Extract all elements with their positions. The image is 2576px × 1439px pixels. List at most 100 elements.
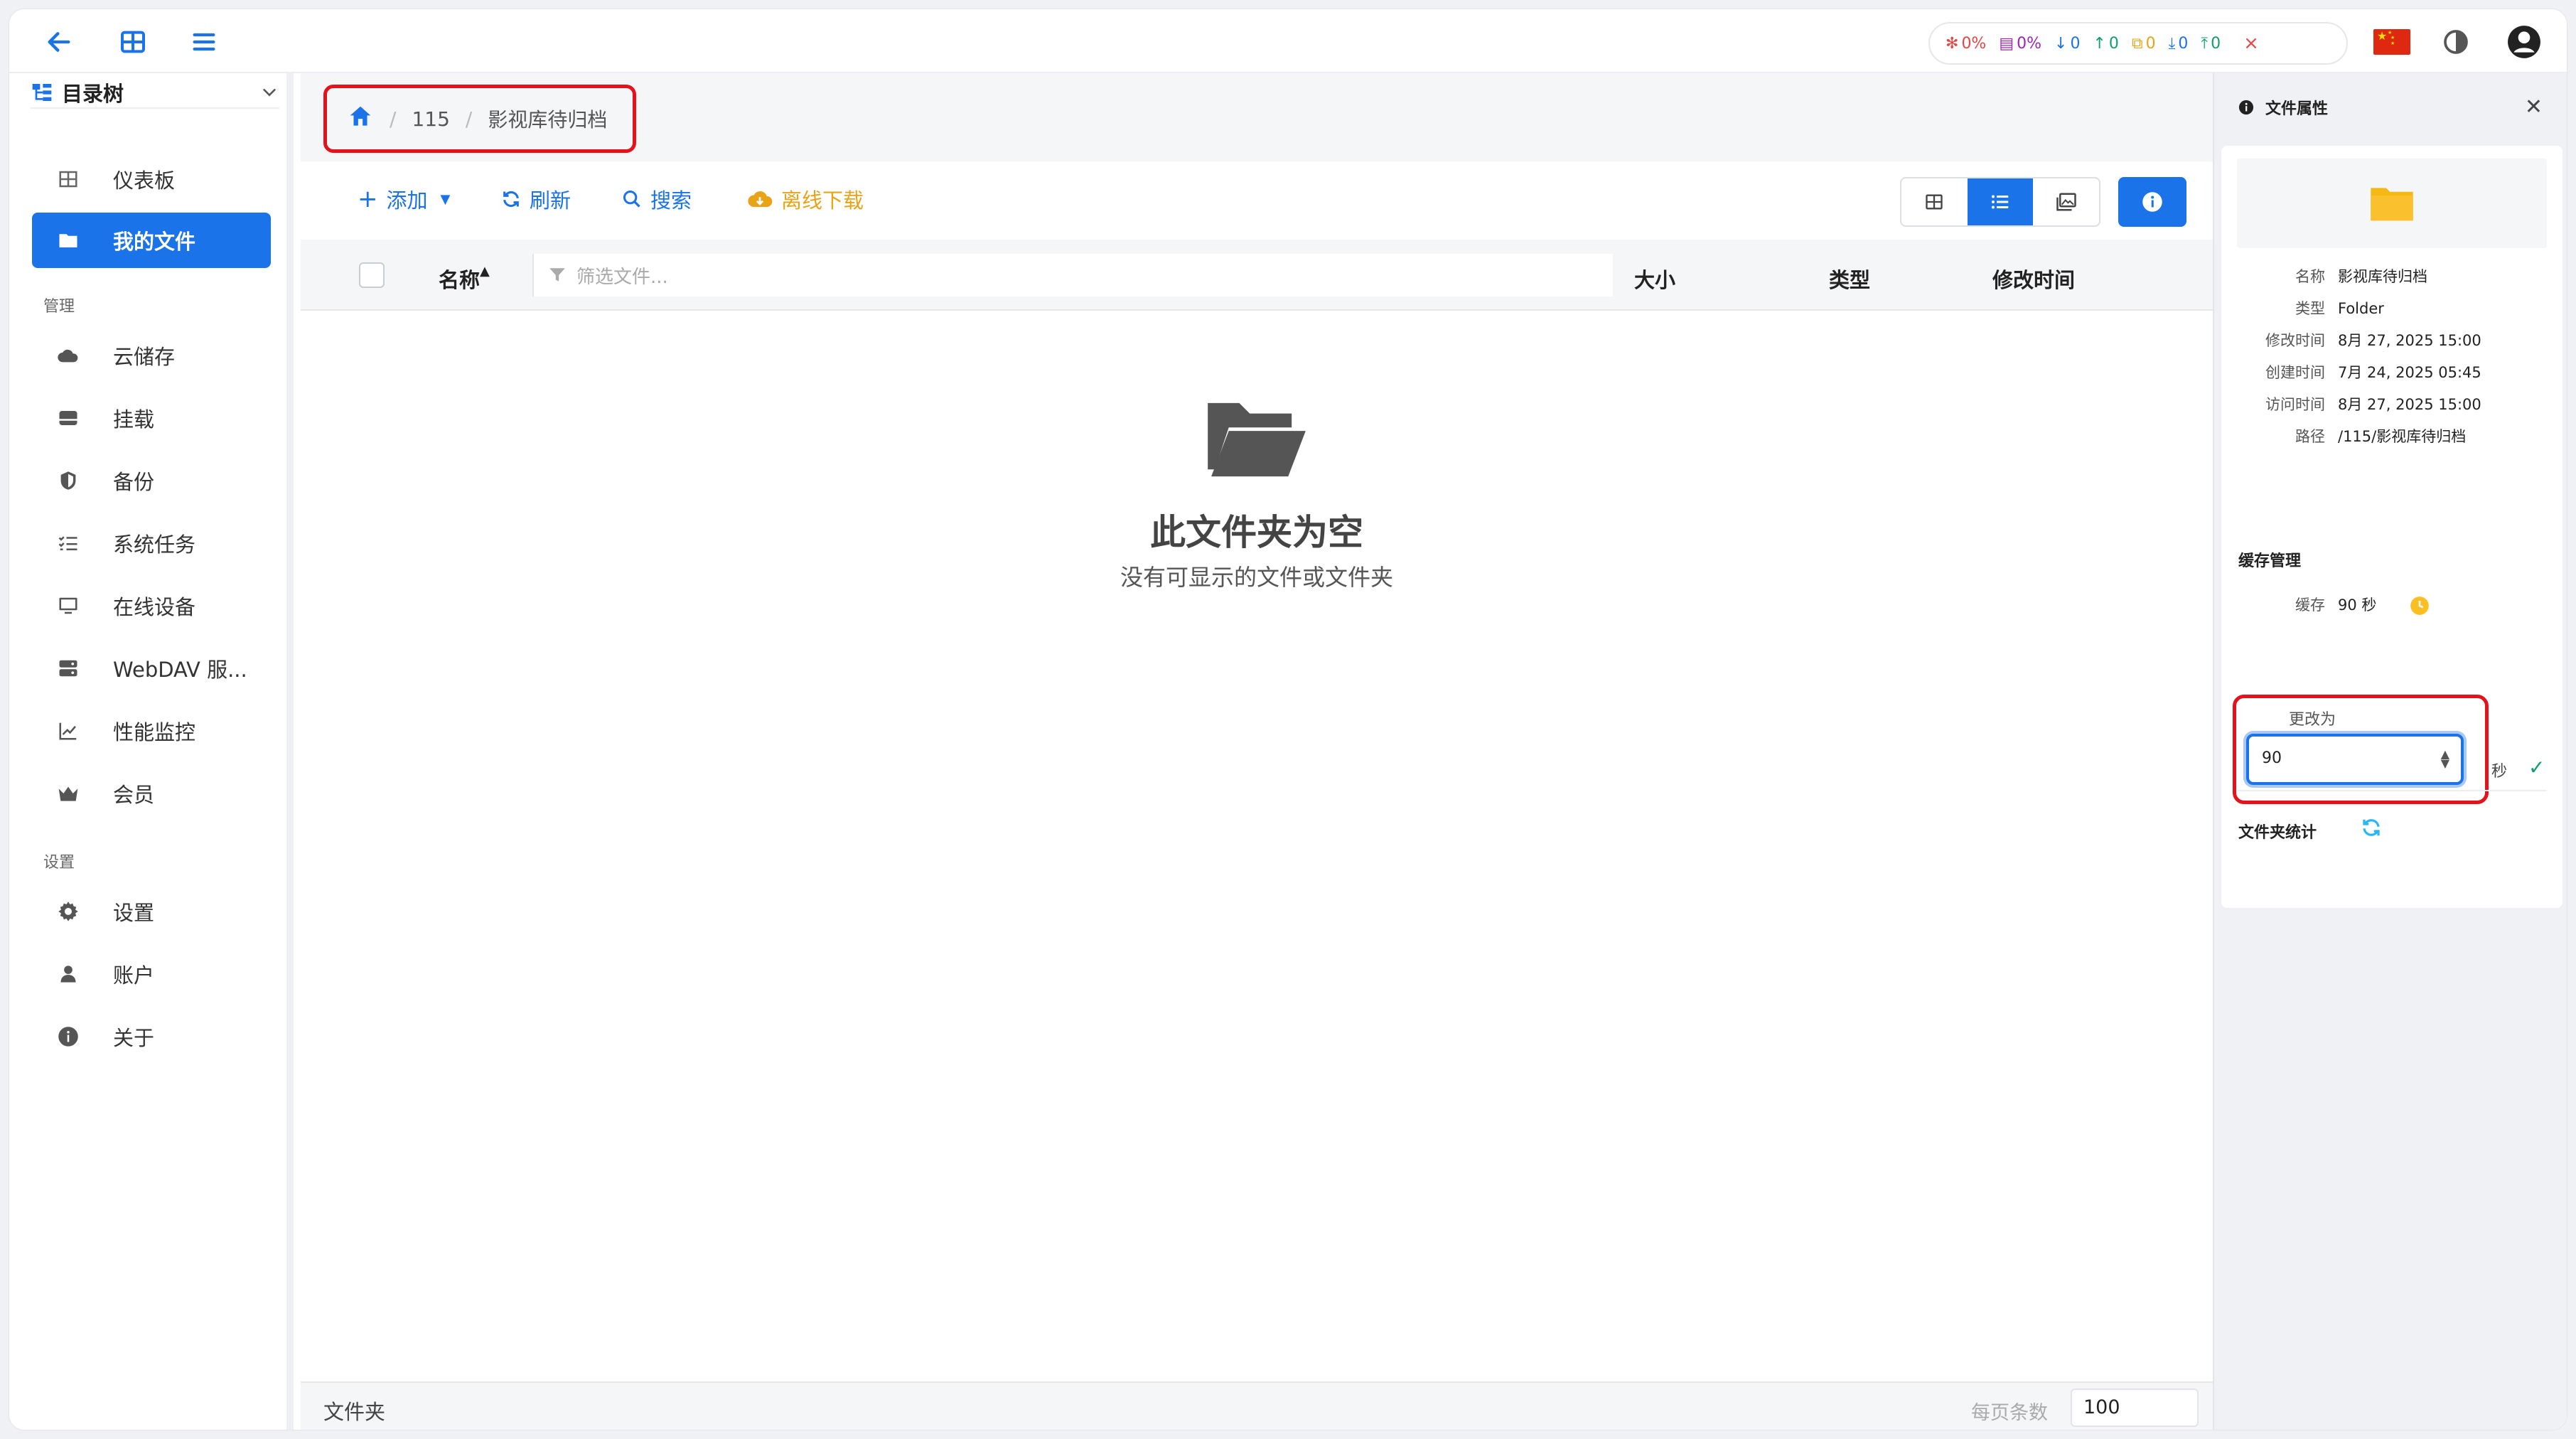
- breadcrumb-item-current[interactable]: 影视库待归档: [488, 105, 607, 133]
- sidebar-item-webdav[interactable]: WebDAV 服...: [32, 641, 271, 696]
- change-cache-box: 更改为 90 ▲ ▼: [2233, 695, 2489, 804]
- filter-input[interactable]: 筛选文件...: [532, 254, 1613, 296]
- sidebar-item-system-tasks[interactable]: 系统任务: [32, 515, 271, 571]
- grid-view-button[interactable]: [1901, 178, 1968, 225]
- monitor-icon: [56, 594, 80, 618]
- prop-type: 类型 Folder: [2295, 300, 2384, 317]
- close-panel-icon[interactable]: ✕: [2525, 95, 2543, 119]
- folder-open-icon: [1203, 396, 1310, 485]
- server-icon: [56, 656, 80, 680]
- tasks-icon: [56, 531, 80, 555]
- account-icon[interactable]: [2504, 22, 2544, 62]
- copy-count: ⧉ 0: [2131, 34, 2156, 53]
- section-label-settings: 设置: [43, 854, 75, 872]
- sidebar-item-online-devices[interactable]: 在线设备: [32, 578, 271, 633]
- chart-icon: [56, 719, 80, 743]
- refresh-stats-icon[interactable]: [2361, 817, 2382, 838]
- download-speed: ↓ 0: [2054, 34, 2081, 53]
- grid-icon[interactable]: [113, 22, 153, 62]
- prop-path: 路径/115/影视库待归档: [2295, 428, 2467, 445]
- list-view-icon: [1992, 195, 2009, 209]
- folder-preview: [2237, 159, 2547, 248]
- upload-icon: ⤒: [2201, 34, 2209, 53]
- select-all-checkbox[interactable]: [359, 262, 385, 288]
- dashboard-icon: [56, 167, 80, 191]
- search-button[interactable]: 搜索: [622, 184, 692, 214]
- copy-icon: ⧉: [2131, 34, 2143, 53]
- top-bar: ✻ 0% ▤ 0% ↓ 0 ↑ 0 ⧉ 0 ⤓ 0 ⤒ 0 × ★ ★ ★ ★: [9, 9, 2567, 73]
- sidebar-item-membership[interactable]: 会员: [32, 766, 271, 821]
- user-icon: [56, 962, 80, 986]
- properties-card: 名称 影视库待归档 类型 Folder 修改时间 8月 27, 2025 15:00 …: [2221, 146, 2562, 908]
- theme-toggle-icon[interactable]: [2436, 22, 2476, 62]
- gallery-view-icon: [2056, 193, 2076, 211]
- gear-icon: [56, 899, 80, 924]
- refresh-icon: [503, 191, 519, 208]
- view-mode-group: [1900, 177, 2100, 227]
- section-label-manage: 管理: [43, 298, 75, 316]
- list-view-button[interactable]: [1967, 178, 2034, 225]
- back-icon[interactable]: [39, 22, 79, 62]
- sidebar-item-dashboard[interactable]: 仪表板: [32, 151, 271, 207]
- breadcrumb-bar: / 115 / 影视库待归档: [301, 73, 2213, 154]
- cpu-status: ✻ 0%: [1946, 34, 1987, 53]
- sidebar-item-my-files[interactable]: 我的文件: [32, 213, 271, 268]
- cache-seconds-input[interactable]: 90 ▲ ▼: [2246, 734, 2464, 785]
- info-icon: [56, 1025, 80, 1049]
- column-name-header[interactable]: 名称▲: [439, 264, 490, 294]
- cpu-icon: ✻: [1946, 34, 1959, 53]
- tree-icon: [32, 84, 52, 101]
- language-flag-icon[interactable]: ★ ★ ★ ★: [2373, 29, 2410, 55]
- confirm-check-icon[interactable]: ✓: [2528, 756, 2545, 779]
- prop-modified: 修改时间 8月 27, 2025 15:00: [2265, 332, 2481, 349]
- empty-state-title: 此文件夹为空: [1150, 512, 1363, 553]
- column-size-header[interactable]: 大小: [1634, 264, 1675, 294]
- file-info-button[interactable]: [2118, 177, 2186, 227]
- stepper-icon[interactable]: ▲ ▼: [2441, 749, 2449, 769]
- cache-section-title: 缓存管理: [2238, 552, 2302, 570]
- sidebar-item-backup[interactable]: 备份: [32, 453, 271, 508]
- prop-created: 创建时间 7月 24, 2025 05:45: [2265, 364, 2481, 381]
- sort-asc-icon: ▲: [480, 264, 490, 279]
- memory-icon: ▤: [1999, 34, 2014, 53]
- app-window: ✻ 0% ▤ 0% ↓ 0 ↑ 0 ⧉ 0 ⤓ 0 ⤒ 0 × ★ ★ ★ ★ …: [9, 9, 2567, 1430]
- folder-icon: [56, 228, 80, 252]
- column-type-header[interactable]: 类型: [1829, 264, 1870, 294]
- cloud-icon: [56, 343, 80, 368]
- sidebar-item-account[interactable]: 账户: [32, 946, 271, 1002]
- prop-name: 名称 影视库待归档: [2295, 268, 2427, 285]
- offline-download-button[interactable]: 离线下载: [747, 184, 864, 214]
- per-page-label: 每页条数: [1971, 1402, 2048, 1424]
- caret-down-icon: ▼: [440, 191, 451, 207]
- sidebar-item-performance[interactable]: 性能监控: [32, 703, 271, 759]
- drive-icon: [56, 406, 80, 430]
- memory-status: ▤ 0%: [1999, 34, 2042, 53]
- sidebar-item-about[interactable]: 关于: [32, 1009, 271, 1064]
- per-page-input[interactable]: 100: [2071, 1389, 2199, 1427]
- add-button[interactable]: + 添加 ▼: [358, 184, 450, 214]
- cloud-download-icon: [748, 191, 773, 208]
- upload-count: ⤒ 0: [2201, 34, 2221, 53]
- sidebar-item-cloud-storage[interactable]: 云储存: [32, 328, 271, 383]
- breadcrumb: / 115 / 影视库待归档: [323, 85, 636, 153]
- grid-view-icon: [1926, 194, 1943, 210]
- gallery-view-button[interactable]: [2033, 178, 2099, 225]
- close-icon[interactable]: ×: [2243, 33, 2259, 54]
- arrow-down-icon: ↓: [2054, 34, 2068, 53]
- change-label: 更改为: [2289, 711, 2336, 729]
- folder-stats-title: 文件夹统计: [2238, 824, 2317, 842]
- file-properties-panel: 文件属性 ✕ 名称 影视库待归档 类型 Folder 修改时间 8月 27, 2025…: [2213, 73, 2567, 1430]
- crown-icon: [56, 781, 80, 806]
- sidebar-item-settings[interactable]: 设置: [32, 884, 271, 939]
- menu-icon[interactable]: [184, 22, 224, 62]
- refresh-button[interactable]: 刷新: [501, 184, 571, 214]
- panel-header: 文件属性: [2214, 73, 2567, 141]
- column-modified-header[interactable]: 修改时间: [1992, 264, 2075, 294]
- breadcrumb-item[interactable]: 115: [412, 107, 449, 131]
- info-icon: [2238, 100, 2254, 115]
- home-icon[interactable]: [347, 103, 374, 135]
- main-content: / 115 / 影视库待归档 + 添加 ▼ 刷新 搜索 离线下载 名称▲ 筛选文…: [301, 73, 2213, 1430]
- filter-icon: [549, 268, 565, 282]
- directory-tree-toggle[interactable]: 目录树: [31, 77, 279, 109]
- sidebar-item-mount[interactable]: 挂载: [32, 390, 271, 446]
